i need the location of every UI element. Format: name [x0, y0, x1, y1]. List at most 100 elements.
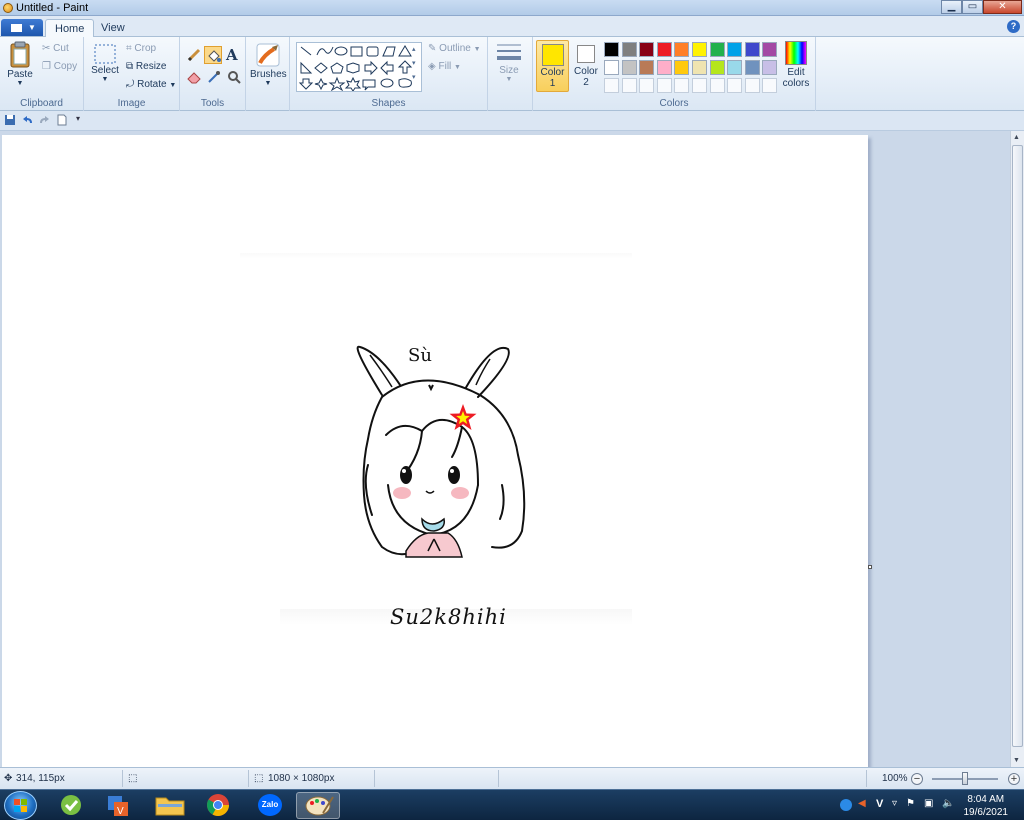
taskbar-app-green[interactable]: [50, 792, 94, 819]
messenger-tray-icon[interactable]: [840, 799, 852, 811]
palette-custom-slot[interactable]: [656, 78, 672, 93]
redo-icon[interactable]: [38, 114, 50, 126]
resize-button[interactable]: ⧉ Resize: [126, 61, 167, 72]
color-picker-icon[interactable]: [206, 69, 222, 85]
magnifier-icon[interactable]: [226, 69, 242, 85]
palette-color-swatch[interactable]: [674, 60, 690, 75]
undo-icon[interactable]: [22, 114, 34, 126]
palette-custom-slot[interactable]: [674, 78, 690, 93]
palette-color-swatch[interactable]: [762, 42, 778, 57]
palette-color-swatch[interactable]: [604, 42, 619, 57]
scroll-down-icon[interactable]: ▼: [1013, 757, 1020, 764]
scissors-icon: ✂: [42, 43, 51, 54]
select-button[interactable]: Select ▼: [90, 43, 120, 83]
palette-color-swatch[interactable]: [727, 42, 743, 57]
palette-color-swatch[interactable]: [709, 42, 725, 57]
minimize-button[interactable]: ▁: [941, 0, 962, 14]
palette-color-swatch[interactable]: [639, 60, 655, 75]
chevron-up-icon[interactable]: ▴: [412, 45, 416, 53]
clock[interactable]: 8:04 AM 19/6/2021: [964, 793, 1009, 819]
colors-group-label: Colors: [659, 98, 689, 109]
palette-color-swatch[interactable]: [674, 42, 690, 57]
paste-button[interactable]: Paste ▼: [6, 41, 34, 87]
palette-color-swatch[interactable]: [692, 42, 707, 57]
signature-text: Su2k8hihi: [390, 605, 507, 629]
close-button[interactable]: ✕: [983, 0, 1022, 14]
save-icon[interactable]: [4, 114, 16, 126]
palette-color-swatch[interactable]: [656, 42, 672, 57]
maximize-button[interactable]: ▭: [962, 0, 983, 14]
taskbar-file-explorer[interactable]: [148, 792, 192, 819]
flag-icon[interactable]: ⚑: [906, 798, 918, 810]
palette-color-swatch[interactable]: [744, 60, 760, 75]
cut-button[interactable]: ✂ Cut: [42, 43, 69, 54]
rotate-button[interactable]: ⤾ Rotate ▼: [126, 79, 176, 90]
palette-color-swatch[interactable]: [621, 60, 637, 75]
palette-color-swatch[interactable]: [709, 60, 725, 75]
chevron-down-icon[interactable]: ▾: [412, 59, 416, 67]
start-button[interactable]: [4, 791, 37, 820]
select-icon: [94, 44, 116, 64]
palette-color-swatch[interactable]: [656, 60, 672, 75]
gallery-expand-icon[interactable]: ▾: [412, 73, 416, 81]
palette-custom-slot[interactable]: [692, 78, 707, 93]
copy-button[interactable]: ❐ Copy: [42, 61, 77, 72]
palette-custom-slot[interactable]: [744, 78, 760, 93]
brushes-button[interactable]: Brushes ▼: [250, 41, 287, 87]
palette-custom-slot[interactable]: [762, 78, 778, 93]
taskbar-chrome[interactable]: [196, 792, 240, 819]
color1-button[interactable]: Color 1: [536, 40, 569, 92]
zoom-out-button[interactable]: −: [911, 773, 923, 785]
image-group: Select ▼ ⌗ Crop ⧉ Resize ⤾ Rotate ▼ Imag…: [84, 37, 180, 111]
palette-custom-slot[interactable]: [709, 78, 725, 93]
color2-button[interactable]: Color 2: [571, 40, 601, 92]
taskbar-zalo[interactable]: Zalo: [248, 792, 292, 819]
volume-icon[interactable]: 🔈: [942, 798, 954, 810]
zoom-slider-thumb[interactable]: [962, 772, 968, 785]
file-menu-button[interactable]: ▼: [1, 19, 43, 36]
folder-icon: [155, 797, 185, 816]
tab-view[interactable]: View: [92, 19, 134, 37]
canvas-resize-handle[interactable]: [868, 565, 872, 569]
edit-colors-button[interactable]: Edit colors: [779, 41, 813, 89]
tab-home[interactable]: Home: [45, 19, 95, 37]
palette-custom-slot[interactable]: [639, 78, 655, 93]
speaker-muted-icon[interactable]: ◀: [858, 798, 870, 810]
taskbar-app-unikey[interactable]: V: [96, 792, 140, 819]
palette-color-swatch[interactable]: [604, 60, 619, 75]
drawing-canvas[interactable]: Sù Su2k8hihi: [2, 135, 868, 767]
chevron-down-icon: ▼: [28, 23, 36, 32]
paint-app-icon[interactable]: [3, 3, 13, 13]
help-icon[interactable]: ?: [1007, 20, 1020, 33]
customize-qat-icon[interactable]: ▾: [76, 114, 88, 126]
palette-color-swatch[interactable]: [744, 42, 760, 57]
scrollbar-thumb[interactable]: [1012, 145, 1023, 747]
rotate-label: Rotate: [137, 79, 167, 91]
fill-bucket-icon[interactable]: [204, 46, 222, 64]
outline-button[interactable]: ✎ Outline ▼: [428, 43, 481, 54]
palette-color-swatch[interactable]: [727, 60, 743, 75]
palette-custom-slot[interactable]: [621, 78, 637, 93]
scroll-up-icon[interactable]: ▲: [1013, 134, 1020, 141]
palette-color-swatch[interactable]: [621, 42, 637, 57]
palette-color-swatch[interactable]: [692, 60, 707, 75]
eraser-icon[interactable]: [186, 69, 202, 85]
size-button[interactable]: Size ▼: [492, 41, 526, 83]
selection-size-icon: ⬚: [128, 773, 138, 784]
network-icon[interactable]: ▣: [924, 798, 936, 810]
text-tool-icon[interactable]: A: [226, 46, 238, 64]
show-hidden-icons[interactable]: ▿: [892, 798, 904, 810]
zoom-in-button[interactable]: +: [1008, 773, 1020, 785]
palette-color-swatch[interactable]: [639, 42, 655, 57]
shapes-gallery[interactable]: [296, 42, 422, 92]
palette-custom-slot[interactable]: [604, 78, 619, 93]
palette-color-swatch[interactable]: [762, 60, 778, 75]
fill-button[interactable]: ◈ Fill ▼: [428, 61, 461, 72]
taskbar-paint[interactable]: [296, 792, 340, 819]
pencil-icon[interactable]: [186, 47, 202, 63]
crop-button[interactable]: ⌗ Crop: [126, 43, 156, 54]
vertical-scrollbar[interactable]: ▲ ▼: [1010, 131, 1024, 767]
palette-custom-slot[interactable]: [727, 78, 743, 93]
unikey-tray-icon[interactable]: V: [876, 798, 888, 810]
new-file-icon[interactable]: [56, 114, 68, 126]
